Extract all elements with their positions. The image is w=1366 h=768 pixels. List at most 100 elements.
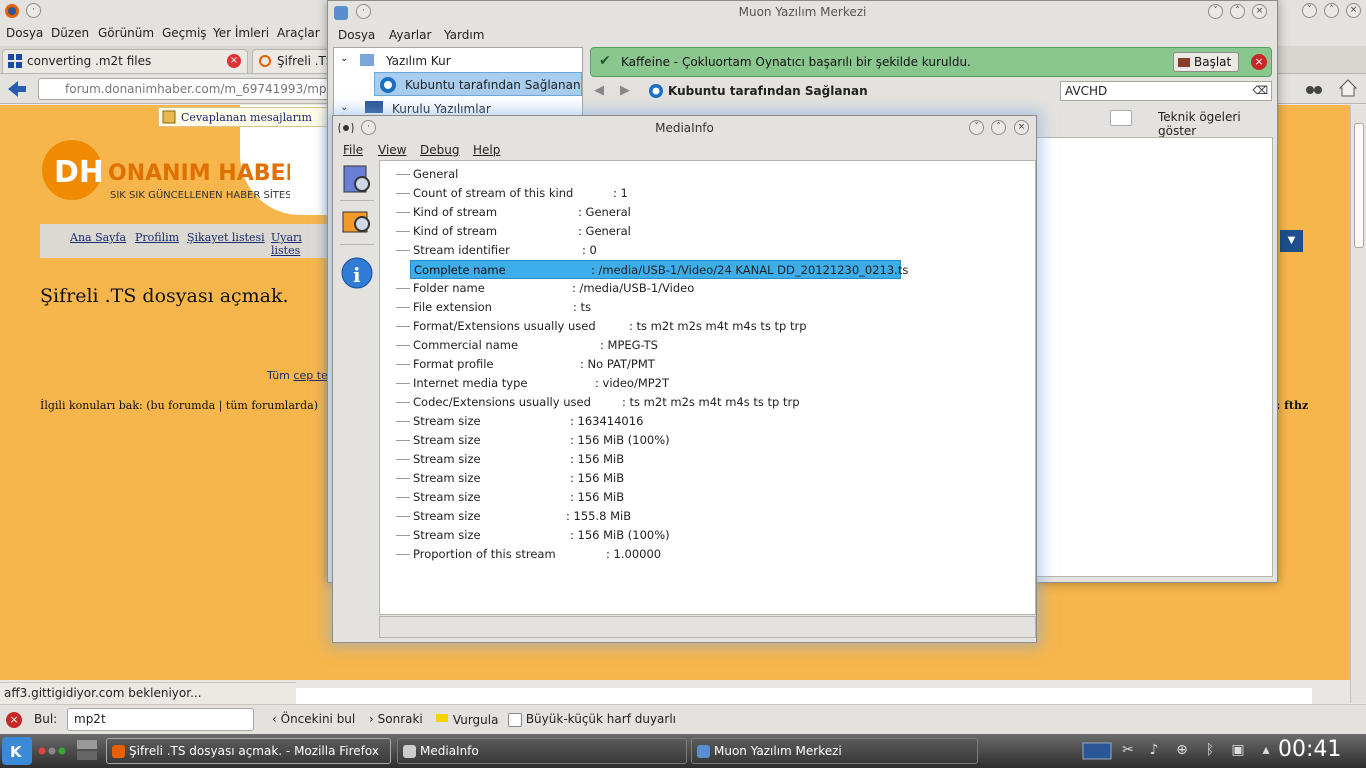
info-row[interactable]: Kind of stream: General bbox=[380, 222, 940, 241]
close-button[interactable]: × bbox=[1346, 3, 1361, 18]
find-input[interactable]: mp2t bbox=[67, 708, 254, 731]
match-case-checkbox[interactable]: Büyük-küçük harf duyarlı bbox=[508, 712, 676, 727]
scrollbar-thumb[interactable] bbox=[1354, 123, 1364, 248]
mediainfo-close-button[interactable]: × bbox=[1014, 120, 1029, 135]
home-icon[interactable] bbox=[1338, 78, 1358, 98]
back-arrow-icon[interactable] bbox=[6, 79, 28, 99]
activities-icon[interactable] bbox=[38, 746, 68, 756]
page-scrollbar[interactable] bbox=[1350, 105, 1366, 703]
muon-maximize-button[interactable]: ˄ bbox=[1230, 4, 1245, 19]
nav-forward-icon[interactable]: ▶ bbox=[620, 83, 630, 98]
mediainfo-maximize-button[interactable]: ˄ bbox=[991, 120, 1006, 135]
tree-item-install[interactable]: Yazılım Kur bbox=[386, 54, 451, 68]
find-prev-button[interactable]: ‹ Öncekini bul bbox=[272, 712, 355, 726]
kde-menu-icon[interactable]: K bbox=[2, 737, 32, 765]
muon-menu-button[interactable]: · bbox=[356, 4, 371, 19]
findbar-close-icon[interactable]: × bbox=[6, 712, 22, 728]
highlight-button[interactable]: Vurgula bbox=[435, 712, 498, 727]
technical-checkbox[interactable] bbox=[1110, 110, 1132, 126]
mediainfo-tree-view[interactable]: General Count of stream of this kind: 1 Ki… bbox=[379, 160, 1036, 615]
mi-menu-view[interactable]: View bbox=[378, 143, 406, 157]
minimize-button[interactable]: ˅ bbox=[1302, 3, 1317, 18]
task-firefox[interactable]: Şifreli .TS dosyası açmak. - Mozilla Fir… bbox=[106, 738, 391, 764]
mediainfo-menu-button[interactable]: · bbox=[361, 120, 376, 135]
mi-menu-debug[interactable]: Debug bbox=[420, 143, 459, 157]
nav-profilim[interactable]: Profilim bbox=[135, 231, 179, 244]
muon-menu-ayarlar[interactable]: Ayarlar bbox=[389, 28, 431, 42]
muon-minimize-button[interactable]: ˅ bbox=[1208, 4, 1223, 19]
menu-gecmis[interactable]: Geçmiş bbox=[162, 26, 207, 40]
info-row[interactable]: Commercial name: MPEG-TS bbox=[380, 336, 940, 355]
klipper-scissors-icon[interactable]: ✂ bbox=[1120, 742, 1136, 758]
maximize-button[interactable]: ˄ bbox=[1324, 3, 1339, 18]
bluetooth-icon[interactable]: ᛒ bbox=[1202, 742, 1218, 758]
mediainfo-minimize-button[interactable]: ˅ bbox=[969, 120, 984, 135]
tree-item-kubuntu-selected[interactable]: Kubuntu tarafından Sağlanan bbox=[374, 72, 582, 96]
info-row[interactable]: Stream identifier: 0 bbox=[380, 241, 940, 260]
tab-sifreli-ts[interactable]: Şifreli .TS bbox=[252, 49, 332, 73]
binoculars-icon[interactable] bbox=[1305, 80, 1323, 96]
muon-search-input[interactable]: AVCHD ⌫ bbox=[1060, 81, 1272, 101]
window-menu-button[interactable]: · bbox=[26, 3, 41, 18]
muon-menu-yardim[interactable]: Yardım bbox=[444, 28, 484, 42]
info-row[interactable]: Stream size: 155.8 MiB bbox=[380, 507, 940, 526]
open-folder-icon[interactable] bbox=[340, 204, 374, 238]
info-row[interactable]: Stream size: 156 MiB bbox=[380, 469, 940, 488]
menu-dosya[interactable]: Dosya bbox=[6, 26, 43, 40]
info-row[interactable]: Count of stream of this kind: 1 bbox=[380, 184, 940, 203]
url-bar[interactable]: forum.donanimhaber.com/m_69741993/mpage bbox=[38, 78, 349, 100]
menu-duzen[interactable]: Düzen bbox=[51, 26, 89, 40]
mi-menu-help[interactable]: Help bbox=[473, 143, 500, 157]
muon-menu-dosya[interactable]: Dosya bbox=[338, 28, 375, 42]
network-icon[interactable]: ⊕ bbox=[1174, 742, 1190, 758]
clear-search-icon[interactable]: ⌫ bbox=[1252, 84, 1268, 97]
info-row-selected[interactable]: Complete name: /media/USB-1/Video/24 KAN… bbox=[410, 260, 908, 279]
tree-expand-icon[interactable]: ⌄ bbox=[340, 102, 348, 113]
muon-close-button[interactable]: × bbox=[1252, 4, 1267, 19]
menu-yer-imleri[interactable]: Yer İmleri bbox=[213, 26, 269, 40]
info-row[interactable]: Format/Extensions usually used: ts m2t m… bbox=[380, 317, 940, 336]
tree-item-installed[interactable]: Kurulu Yazılımlar bbox=[392, 102, 491, 116]
pager-icon[interactable] bbox=[76, 739, 98, 761]
screen-icon[interactable] bbox=[1082, 740, 1112, 762]
info-row[interactable]: Stream size: 163414016 bbox=[380, 412, 940, 431]
donanimhaber-logo[interactable]: DH ONANIM HABER SIK SIK GÜNCELLENEN HABE… bbox=[40, 130, 303, 208]
menu-gorunum[interactable]: Görünüm bbox=[98, 26, 154, 40]
info-row[interactable]: General bbox=[380, 165, 940, 184]
nav-sikayet[interactable]: Şikayet listesi bbox=[187, 231, 265, 244]
tab-converting[interactable]: converting .m2t files × bbox=[2, 49, 248, 73]
task-mediainfo[interactable]: MediaInfo bbox=[397, 738, 687, 764]
info-row[interactable]: Stream size: 156 MiB (100%) bbox=[380, 431, 940, 450]
info-row[interactable]: Internet media type: video/MP2T bbox=[380, 374, 940, 393]
breadcrumb-item[interactable]: Kubuntu tarafından Sağlanan bbox=[668, 84, 868, 98]
info-row[interactable]: File extension: ts bbox=[380, 298, 940, 317]
info-row[interactable]: Kind of stream: General bbox=[380, 203, 940, 222]
horizontal-scrollbar[interactable] bbox=[379, 616, 1036, 638]
find-next-button[interactable]: › Sonraki bbox=[369, 712, 423, 726]
task-muon[interactable]: Muon Yazılım Merkezi bbox=[691, 738, 978, 764]
dropdown-button[interactable]: ▼ bbox=[1280, 230, 1303, 252]
info-row[interactable]: Codec/Extensions usually used: ts m2t m2… bbox=[380, 393, 940, 412]
about-info-icon[interactable]: i bbox=[340, 256, 374, 290]
info-row[interactable]: Format profile: No PAT/PMT bbox=[380, 355, 940, 374]
cevaplanan-link[interactable]: Cevaplanan mesajlarım bbox=[158, 107, 330, 127]
tray-expand-icon[interactable]: ▴ bbox=[1258, 742, 1274, 758]
mi-menu-file[interactable]: File bbox=[343, 143, 363, 157]
clock[interactable]: 00:41 bbox=[1278, 737, 1341, 762]
info-row[interactable]: Stream size: 156 MiB bbox=[380, 450, 940, 469]
nav-uyari[interactable]: Uyarı listes bbox=[271, 231, 330, 257]
open-file-icon[interactable] bbox=[340, 162, 374, 196]
nav-back-icon[interactable]: ◀ bbox=[594, 83, 604, 98]
tree-expand-icon[interactable]: ⌄ bbox=[340, 53, 348, 64]
info-row[interactable]: Stream size: 156 MiB (100%) bbox=[380, 526, 940, 545]
nav-ana-sayfa[interactable]: Ana Sayfa bbox=[70, 231, 126, 244]
tab-close-icon[interactable]: × bbox=[227, 54, 241, 68]
menu-araclar[interactable]: Araçlar bbox=[277, 26, 320, 40]
close-notification-icon[interactable]: × bbox=[1251, 54, 1267, 70]
start-button[interactable]: Başlat bbox=[1173, 52, 1239, 72]
info-row[interactable]: Stream size: 156 MiB bbox=[380, 488, 940, 507]
printer-icon[interactable]: ▣ bbox=[1230, 742, 1246, 758]
info-row[interactable]: Proportion of this stream: 1.00000 bbox=[380, 545, 940, 564]
volume-icon[interactable]: ♪ bbox=[1146, 742, 1162, 758]
muon-app-list[interactable] bbox=[1036, 137, 1273, 577]
